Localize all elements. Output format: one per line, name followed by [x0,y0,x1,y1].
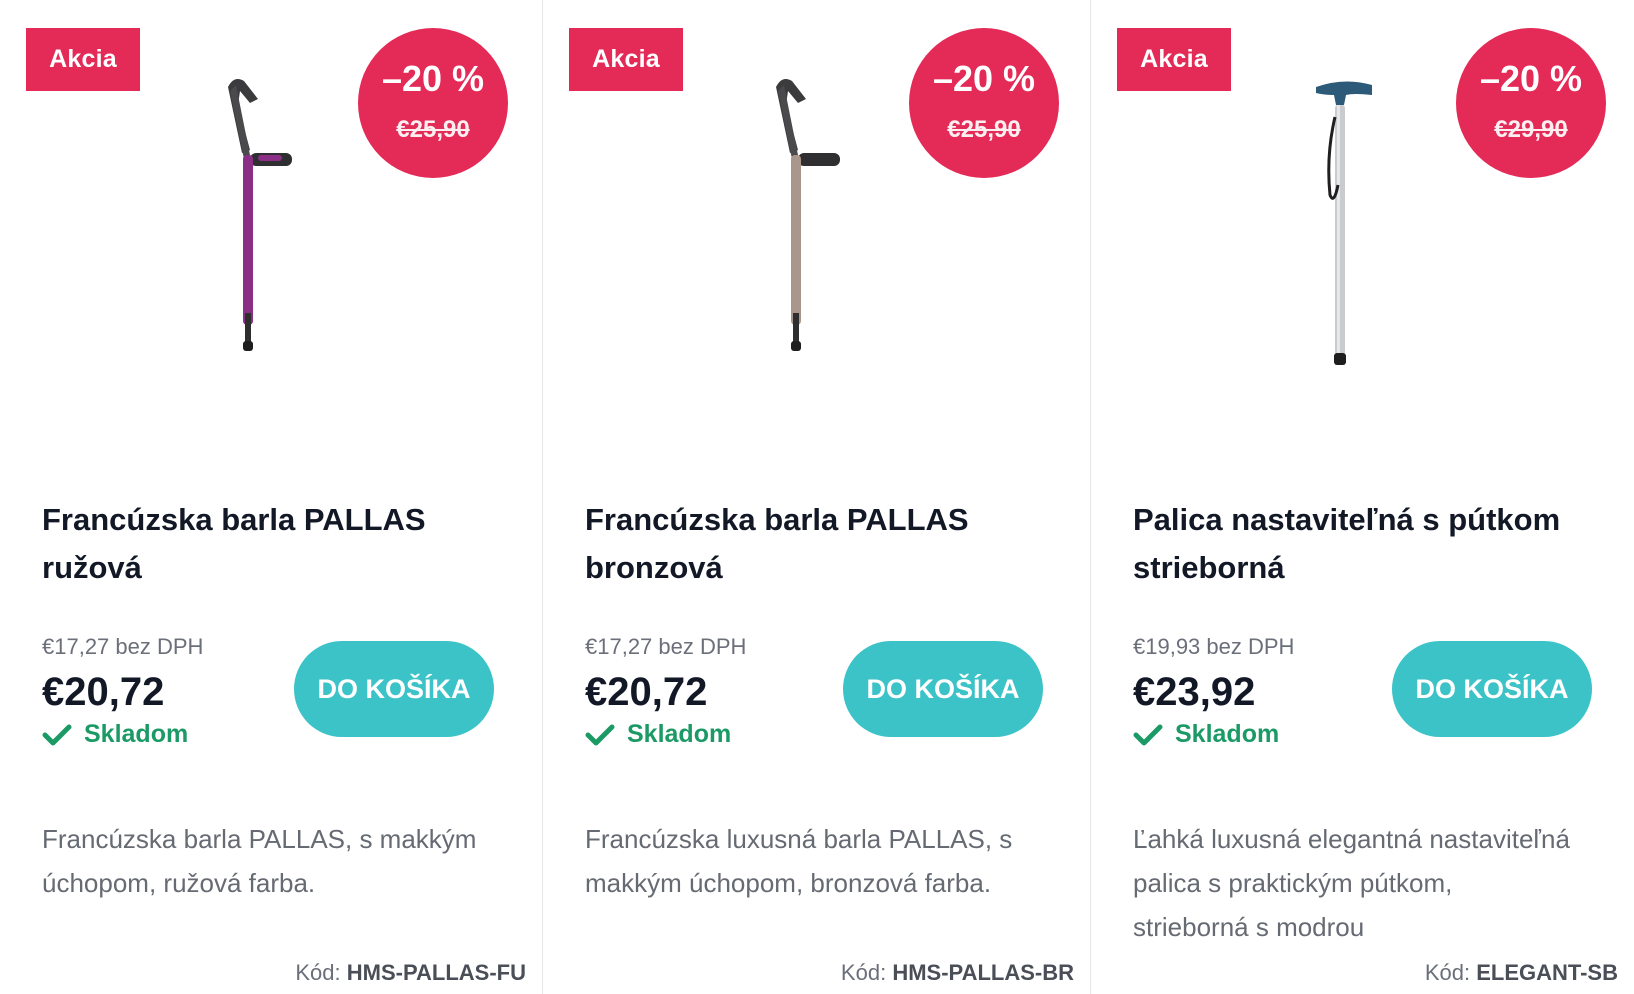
add-to-cart-button[interactable]: DO KOŠÍKA [1392,641,1592,737]
check-icon [1133,724,1163,745]
product-description: Francúzska luxusná barla PALLAS, s makký… [585,824,1013,898]
stock-status: Skladom [42,720,322,749]
price-without-vat: €19,93 bez DPH [1133,634,1295,659]
stock-label: Skladom [84,720,189,748]
stock-status: Skladom [1133,720,1413,749]
add-to-cart-button[interactable]: DO KOŠÍKA [294,641,494,737]
check-icon [585,724,615,745]
product-name[interactable]: Francúzska barla PALLAS bronzová [585,496,1025,592]
product-card[interactable]: Akcia –20 % €25,90 Francúzska barla PALL… [0,0,542,994]
price: €20,72 [585,670,708,714]
price-box: €17,27 bez DPH €20,72 Skladom [42,632,322,749]
price-box: €19,93 bez DPH €23,92 Skladom [1133,632,1413,749]
product-grid: Akcia –20 % €25,90 Francúzska barla PALL… [0,0,1634,994]
stock-label: Skladom [1175,720,1280,748]
code-value: HMS-PALLAS-BR [892,960,1074,985]
product-card[interactable]: Akcia –20 % €29,90 Palica nastaviteľná s… [1090,0,1634,994]
product-code: Kód: HMS-PALLAS-FU [295,960,526,986]
crutch-image [228,79,292,351]
stock-status: Skladom [585,720,865,749]
add-to-cart-button[interactable]: DO KOŠÍKA [843,641,1043,737]
price: €23,92 [1133,670,1256,714]
code-label: Kód: [840,960,887,985]
check-icon [42,724,72,745]
code-label: Kód: [1424,960,1471,985]
product-description: Francúzska barla PALLAS, s makkým úchopo… [42,824,477,898]
product-name[interactable]: Palica nastaviteľná s pútkom strieborná [1133,496,1573,592]
product-image[interactable] [656,55,986,395]
price-without-vat: €17,27 bez DPH [42,634,204,659]
product-image[interactable] [1204,55,1534,395]
product-code: Kód: HMS-PALLAS-BR [841,960,1074,986]
product-description: Ľahká luxusná elegantná nastaviteľná pal… [1133,824,1570,942]
stock-label: Skladom [627,720,732,748]
walking-stick-image [1316,81,1372,365]
product-code: Kód: ELEGANT-SB [1425,960,1618,986]
product-card[interactable]: Akcia –20 % €25,90 Francúzska barla PALL… [542,0,1090,994]
code-label: Kód: [295,960,341,985]
product-name[interactable]: Francúzska barla PALLAS ružová [42,496,482,592]
code-value: ELEGANT-SB [1476,960,1618,985]
price-without-vat: €17,27 bez DPH [585,634,747,659]
price-box: €17,27 bez DPH €20,72 Skladom [585,632,865,749]
price: €20,72 [42,670,165,714]
code-value: HMS-PALLAS-FU [346,960,526,985]
product-image[interactable] [108,55,438,395]
crutch-image [776,79,840,351]
